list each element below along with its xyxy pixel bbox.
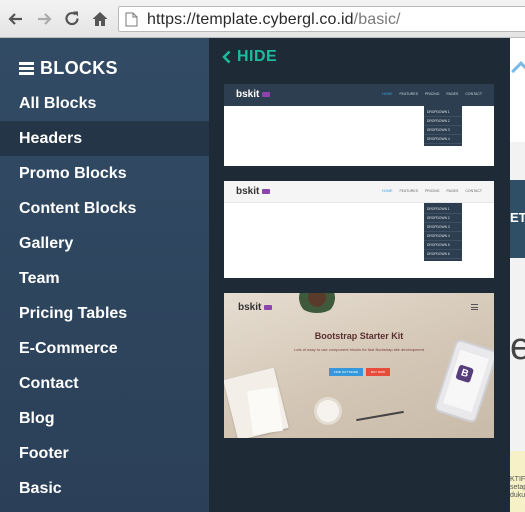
url-path: /basic/ [353,11,401,28]
hero-title: Bootstrap Starter Kit [314,331,404,341]
blocks-sidebar: BLOCKS All Blocks Headers Promo Blocks C… [0,38,209,512]
sidebar-header[interactable]: BLOCKS [19,57,118,79]
sidebar-item-team[interactable]: Team [0,261,209,296]
url-host: https://template.cybergl.co.id [147,11,354,28]
chevron-left-icon [222,50,231,64]
reload-icon[interactable] [62,9,82,29]
hide-label: HIDE [237,48,278,65]
header-thumbnail-light[interactable]: bskit HOME FEATURES PRICING PAGES CONTAC… [224,181,494,278]
sidebar-title: BLOCKS [40,57,118,78]
sidebar-item-blog[interactable]: Blog [0,401,209,436]
hero-find-out-more-button: FIND OUT MORE [329,368,363,376]
thumb-logo: bskit [238,302,273,313]
sidebar-item-e-commerce[interactable]: E-Commerce [0,331,209,366]
sidebar-item-pricing-tables[interactable]: Pricing Tables [0,296,209,331]
sidebar-item-gallery[interactable]: Gallery [0,226,209,261]
thumb-navbar: bskit HOME FEATURES PRICING PAGES CONTAC… [224,181,494,203]
page-preview-edge: ET e KTIF setap dukung [510,38,525,512]
block-thumbnail-panel: HIDE bskit HOME FEATURES PRICING PAGES C… [209,38,510,512]
sidebar-item-all-blocks[interactable]: All Blocks [0,86,209,121]
thumb-dropdown: DROPDOWN 1 DROPDOWN 2 DROPDOWN 3 DROPDOW… [424,203,462,261]
address-bar[interactable]: https://template.cybergl.co.id/basic/ [118,6,525,32]
back-arrow-icon[interactable] [6,9,26,29]
page-icon [125,12,138,32]
thumb-nav-links: HOME FEATURES PRICING PAGES CONTACT [382,92,482,96]
header-thumbnail-dark[interactable]: bskit HOME FEATURES PRICING PAGES CONTAC… [224,84,494,166]
page-band-text: ET [510,210,525,225]
paper-image [247,387,283,435]
sidebar-item-content-blocks[interactable]: Content Blocks [0,191,209,226]
hide-button[interactable]: HIDE [222,48,277,66]
home-icon[interactable] [90,9,110,29]
thumb-navbar: bskit HOME FEATURES PRICING PAGES CONTAC… [224,84,494,106]
header-thumbnail-hero[interactable]: B bskit Bootstrap Starter Kit Lots of ea… [224,293,494,438]
thumb-dropdown: DROPDOWN 1 DROPDOWN 2 DROPDOWN 3 DROPDOW… [424,106,462,146]
thumb-nav-links: HOME FEATURES PRICING PAGES CONTACT [382,189,482,193]
hamburger-icon[interactable] [19,61,34,75]
page-large-text: e [510,326,525,368]
coffee-cup-image [314,397,342,425]
thumb-logo: bskit [236,186,271,197]
sidebar-item-footer[interactable]: Footer [0,436,209,471]
browser-toolbar: https://template.cybergl.co.id/basic/ [0,0,525,38]
thumb-hamburger-icon [471,304,478,310]
sidebar-item-basic[interactable]: Basic [0,471,209,506]
sidebar-item-headers[interactable]: Headers [0,121,209,156]
hero-buy-now-button: BUY NOW [366,368,390,376]
page-top-area [510,38,525,142]
sidebar-item-promo-blocks[interactable]: Promo Blocks [0,156,209,191]
url-text: https://template.cybergl.co.id/basic/ [147,11,401,29]
page-small-text: KTIF setap dukung [510,476,525,499]
thumb-logo: bskit [236,89,271,100]
block-category-menu: All Blocks Headers Promo Blocks Content … [0,86,209,506]
sidebar-item-contact[interactable]: Contact [0,366,209,401]
forward-arrow-icon[interactable] [34,9,54,29]
hero-subtitle: Lots of easy to use component blocks for… [294,347,424,352]
